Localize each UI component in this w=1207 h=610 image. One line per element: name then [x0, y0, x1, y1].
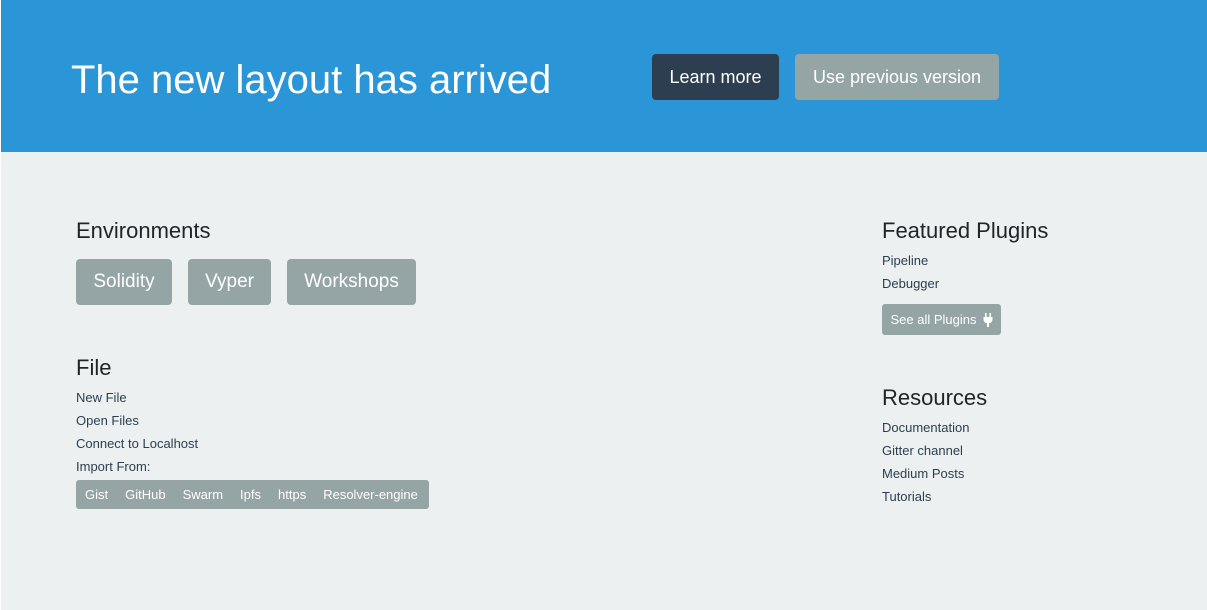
use-previous-version-button[interactable]: Use previous version	[795, 54, 999, 100]
import-resolver-engine-button[interactable]: Resolver-engine	[323, 487, 418, 502]
see-all-plugins-button[interactable]: See all Plugins	[882, 304, 1001, 335]
plugin-debugger-link[interactable]: Debugger	[882, 276, 939, 292]
env-solidity-button[interactable]: Solidity	[76, 259, 172, 305]
home-page: The new layout has arrived Learn more Us…	[1, 0, 1207, 610]
import-gist-button[interactable]: Gist	[85, 487, 108, 502]
import-https-button[interactable]: https	[278, 487, 306, 502]
import-swarm-button[interactable]: Swarm	[183, 487, 223, 502]
see-all-plugins-label: See all Plugins	[890, 312, 977, 327]
import-source-button-group: Gist GitHub Swarm Ipfs https Resolver-en…	[76, 480, 429, 509]
resource-documentation-link[interactable]: Documentation	[882, 420, 969, 436]
resource-medium-link[interactable]: Medium Posts	[882, 466, 964, 482]
resource-gitter-link[interactable]: Gitter channel	[882, 443, 963, 459]
connect-localhost-link[interactable]: Connect to Localhost	[76, 436, 198, 452]
announcement-banner: The new layout has arrived Learn more Us…	[1, 0, 1207, 152]
env-workshops-button[interactable]: Workshops	[287, 259, 416, 305]
file-heading: File	[76, 355, 112, 380]
plug-icon	[983, 312, 992, 327]
featured-plugins-heading: Featured Plugins	[882, 218, 1049, 243]
resource-tutorials-link[interactable]: Tutorials	[882, 489, 931, 505]
plugin-pipeline-link[interactable]: Pipeline	[882, 253, 928, 269]
learn-more-button[interactable]: Learn more	[652, 54, 779, 100]
banner-title: The new layout has arrived	[71, 58, 552, 102]
resources-heading: Resources	[882, 385, 988, 410]
new-file-link[interactable]: New File	[76, 390, 127, 406]
import-from-label: Import From:	[76, 459, 151, 474]
import-github-button[interactable]: GitHub	[125, 487, 165, 502]
environments-heading: Environments	[76, 218, 211, 243]
import-ipfs-button[interactable]: Ipfs	[240, 487, 261, 502]
open-files-link[interactable]: Open Files	[76, 413, 139, 429]
env-vyper-button[interactable]: Vyper	[188, 259, 271, 305]
